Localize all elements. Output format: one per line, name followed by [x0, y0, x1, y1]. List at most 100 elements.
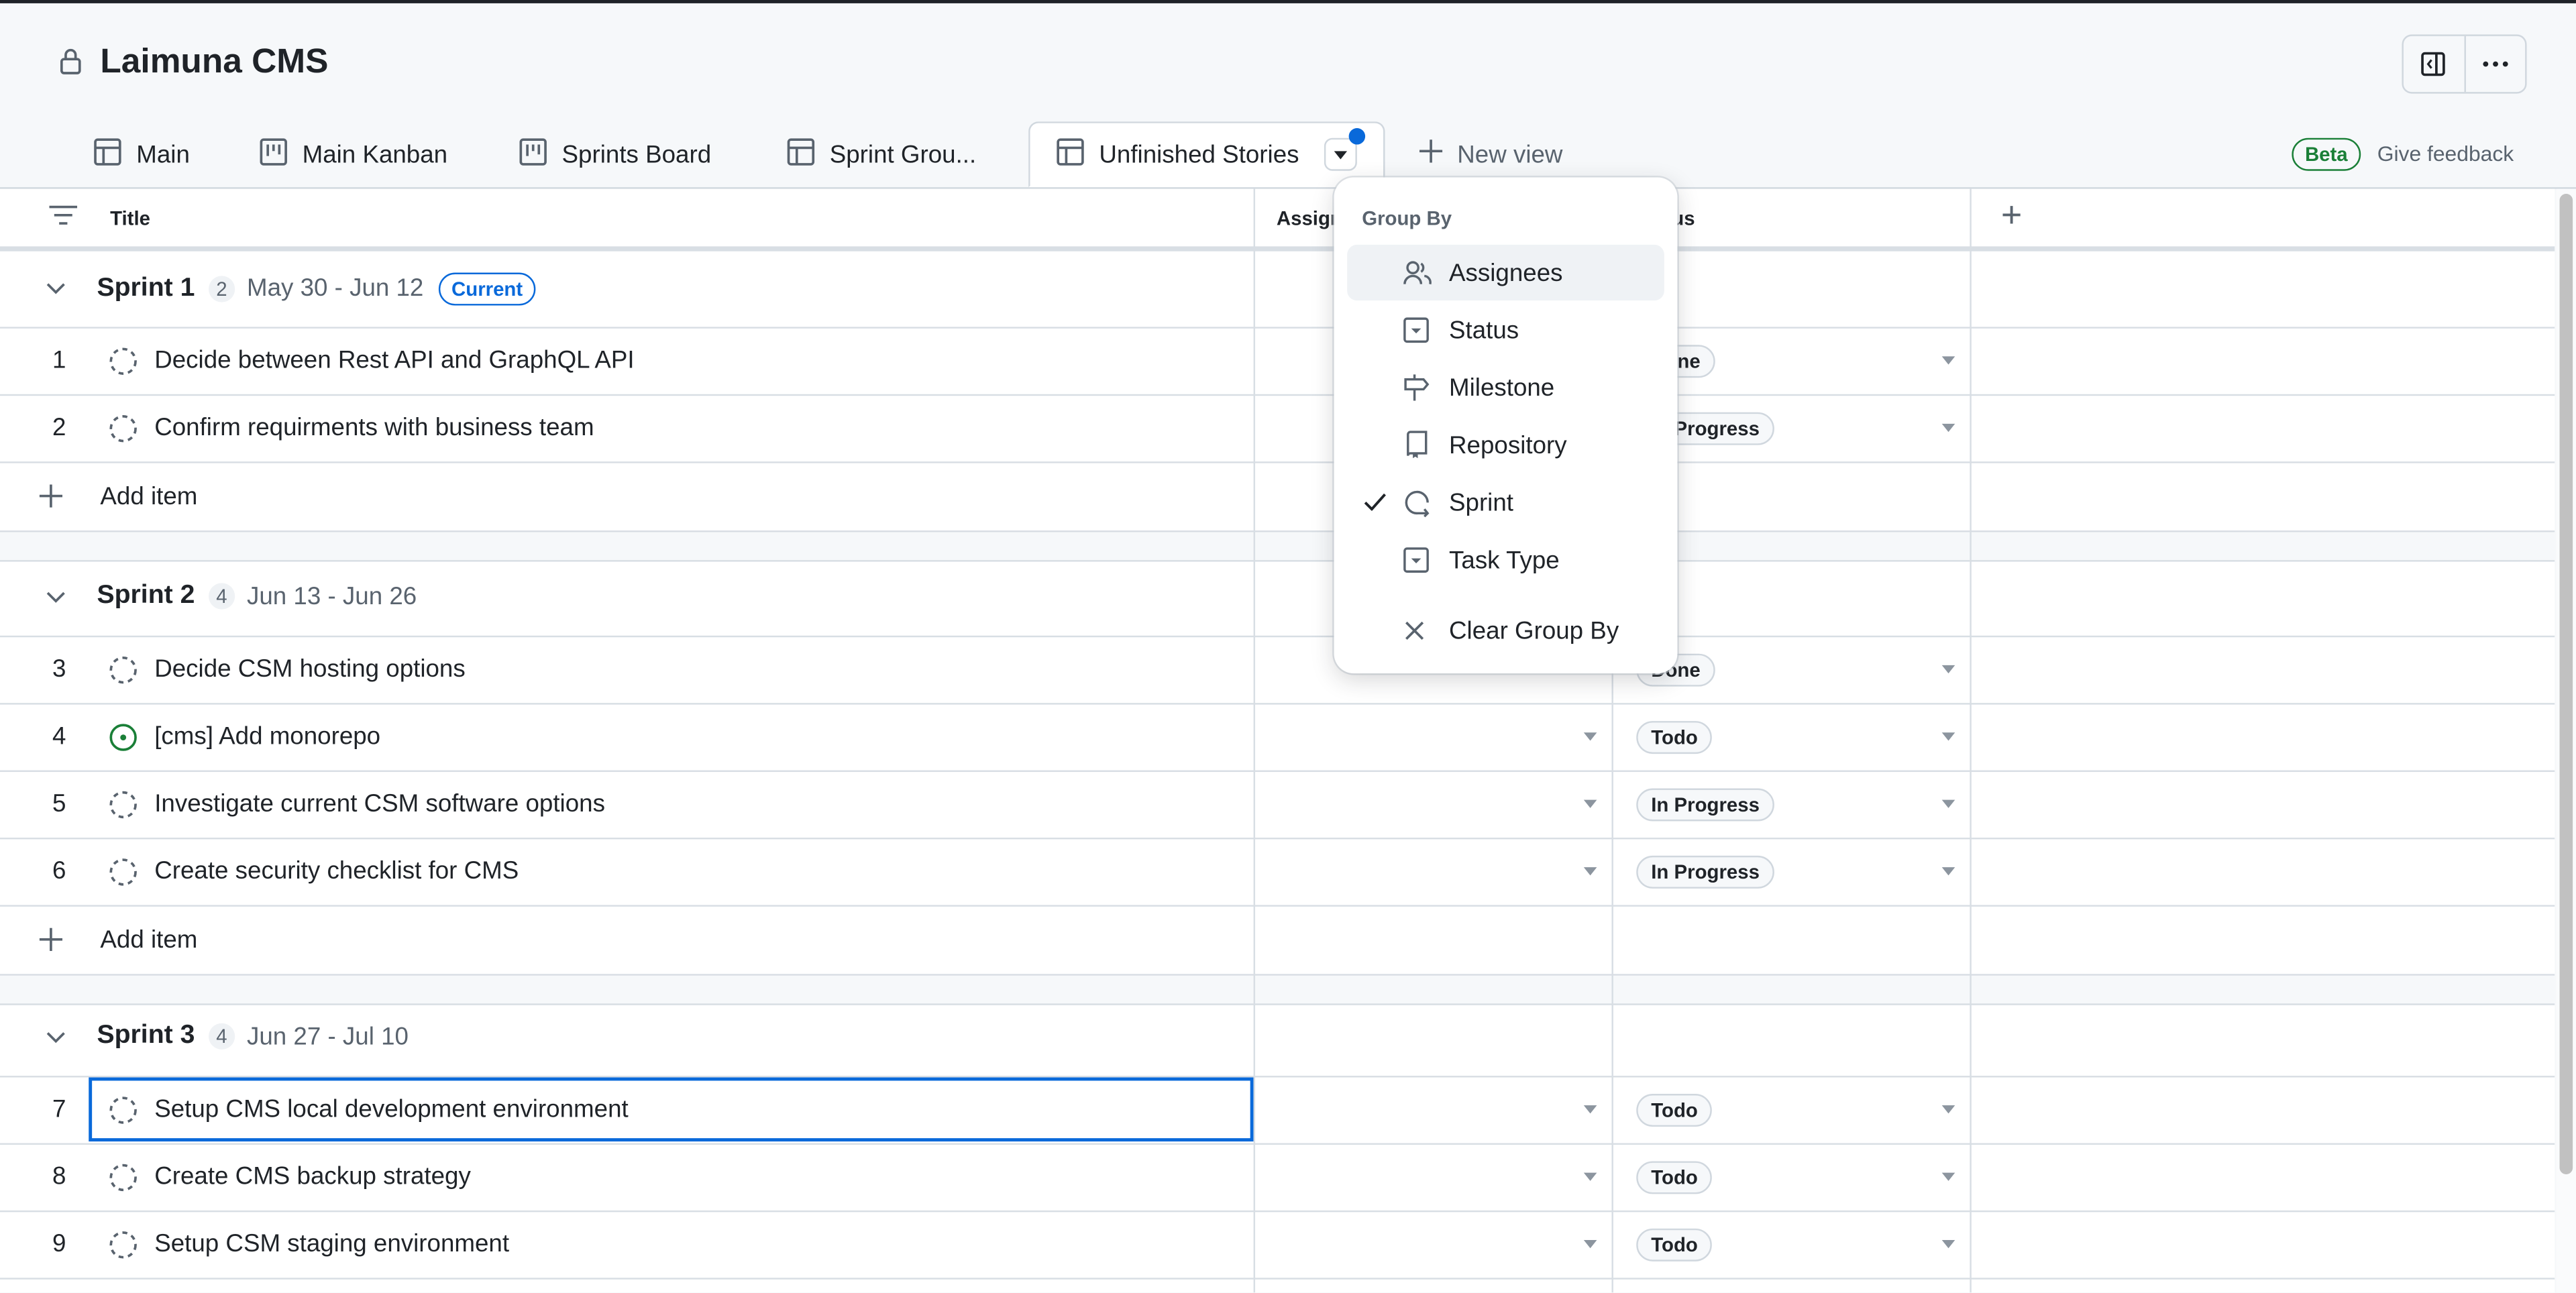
give-feedback-link[interactable]: Give feedback	[2377, 142, 2514, 166]
row-number: 2	[52, 414, 66, 442]
group-name: Sprint 1	[97, 273, 195, 302]
board-icon	[519, 137, 547, 171]
filter-icon[interactable]	[49, 205, 78, 225]
table-row[interactable]: 9 Setup CSM staging environment Todo	[0, 1212, 2555, 1280]
status-dropdown-icon[interactable]	[1941, 356, 1955, 365]
column-header-row: Title Assignees Status +	[0, 189, 2555, 251]
item-title[interactable]: [cms] Add monorepo	[154, 722, 380, 750]
chevron-down-icon[interactable]	[46, 582, 69, 610]
add-column-button[interactable]: +	[2001, 194, 2022, 237]
table-row[interactable]: 5 Investigate current CSM software option…	[0, 771, 2555, 839]
status-pill[interactable]: In Progress	[1636, 854, 1774, 888]
plus-icon	[39, 927, 63, 957]
assignees-dropdown-icon[interactable]	[1583, 1172, 1597, 1181]
table-row[interactable]: 8 Create CMS backup strategy Todo	[0, 1144, 2555, 1212]
row-number: 6	[52, 856, 66, 885]
status-dropdown-icon[interactable]	[1941, 664, 1955, 673]
group-header: Sprint 3 4 Jun 27 - Jul 10	[0, 998, 2555, 1078]
table-row[interactable]: 7 Setup CMS local development environment…	[0, 1077, 2555, 1145]
group-dates: May 30 - Jun 12	[246, 274, 424, 302]
draft-issue-icon	[109, 347, 138, 383]
tab-label: Main Kanban	[302, 140, 448, 169]
assignees-dropdown-icon[interactable]	[1583, 1105, 1597, 1113]
tab-sprints-board[interactable]: Sprints Board	[519, 121, 711, 187]
more-options-button[interactable]	[2463, 36, 2525, 93]
single-select-icon	[1403, 547, 1436, 573]
menu-item-milestone[interactable]: Milestone	[1347, 359, 1664, 415]
tab-main[interactable]: Main	[94, 121, 190, 187]
item-title[interactable]: Confirm requirments with business team	[154, 414, 594, 442]
table-icon	[787, 137, 815, 171]
status-dropdown-icon[interactable]	[1941, 732, 1955, 740]
scrollbar-thumb[interactable]	[2559, 193, 2573, 1175]
status-pill[interactable]: Todo	[1636, 1093, 1713, 1127]
item-title[interactable]: Create security checklist for CMS	[154, 856, 519, 885]
item-title[interactable]: Decide between Rest API and GraphQL API	[154, 347, 634, 375]
sidebar-toggle-button[interactable]	[2404, 36, 2463, 92]
group-header: Sprint 2 4 Jun 13 - Jun 26	[0, 558, 2555, 637]
plus-icon	[39, 484, 63, 514]
menu-item-assignees[interactable]: Assignees	[1347, 244, 1664, 301]
add-item-button[interactable]: Add item	[0, 906, 2555, 975]
item-title[interactable]: Investigate current CSM software options	[154, 789, 605, 818]
item-title[interactable]: Create CMS backup strategy	[154, 1162, 471, 1190]
status-pill[interactable]: In Progress	[1636, 787, 1774, 821]
chevron-down-icon[interactable]	[46, 274, 69, 302]
table-row[interactable]: 2 Confirm requirments with business team I…	[0, 396, 2555, 463]
menu-item-status[interactable]: Status	[1347, 302, 1664, 358]
view-options-button[interactable]	[1324, 128, 1365, 171]
add-item-label: Add item	[100, 483, 198, 511]
tab-label: Sprints Board	[561, 140, 712, 169]
status-pill[interactable]: Todo	[1636, 1160, 1713, 1194]
column-title[interactable]: Title	[110, 207, 150, 230]
assignees-dropdown-icon[interactable]	[1583, 1239, 1597, 1248]
group-dates: Jun 13 - Jun 26	[246, 582, 417, 611]
add-item-button[interactable]: Add item	[0, 463, 2555, 532]
menu-item-repository[interactable]: Repository	[1347, 417, 1664, 473]
status-dropdown-icon[interactable]	[1941, 866, 1955, 875]
assignees-dropdown-icon[interactable]	[1583, 799, 1597, 807]
status-dropdown-icon[interactable]	[1941, 799, 1955, 807]
new-view-label: New view	[1457, 140, 1563, 169]
tab-label: Unfinished Stories	[1099, 140, 1299, 169]
table-row[interactable]: 1 Decide between Rest API and GraphQL API…	[0, 329, 2555, 396]
draft-issue-icon	[109, 1162, 138, 1198]
menu-item-label: Task Type	[1449, 546, 1560, 574]
iterations-icon	[1403, 488, 1436, 518]
table-icon	[1057, 137, 1085, 171]
column-divider	[1970, 188, 1972, 1293]
status-dropdown-icon[interactable]	[1941, 1239, 1955, 1248]
table-icon	[94, 137, 122, 171]
chevron-down-icon[interactable]	[46, 1023, 69, 1051]
table-row[interactable]: 3 Decide CSM hosting options Done	[0, 636, 2555, 704]
item-title[interactable]: Decide CSM hosting options	[154, 655, 466, 683]
item-title[interactable]: Setup CSM staging environment	[154, 1230, 509, 1258]
row-number: 3	[52, 655, 66, 683]
status-dropdown-icon[interactable]	[1941, 423, 1955, 433]
assignees-dropdown-icon[interactable]	[1583, 732, 1597, 740]
group-sprint-1: Sprint 1 2 May 30 - Jun 12 Current 1 Decide b…	[0, 249, 2555, 562]
menu-heading: Group By	[1362, 207, 1452, 230]
assignees-dropdown-icon[interactable]	[1583, 866, 1597, 875]
status-pill[interactable]: Todo	[1636, 720, 1713, 754]
view-tabs: Main Main Kanban Sprints Board Sprint Grou.…	[0, 121, 2576, 189]
lock-icon	[59, 48, 82, 84]
menu-item-sprint[interactable]: Sprint	[1347, 475, 1664, 530]
tab-main-kanban[interactable]: Main Kanban	[260, 121, 447, 187]
status-dropdown-icon[interactable]	[1941, 1172, 1955, 1181]
table-row[interactable]: 4 [cms] Add monorepo Todo	[0, 704, 2555, 772]
sidebar-toggle-icon	[2421, 52, 2446, 76]
menu-item-clear-group-by[interactable]: Clear Group By	[1347, 603, 1664, 659]
status-dropdown-icon[interactable]	[1941, 1105, 1955, 1113]
status-pill[interactable]: Todo	[1636, 1228, 1713, 1261]
tab-label: Main	[136, 140, 190, 169]
tab-unfinished-stories[interactable]: Unfinished Stories	[1028, 121, 1385, 188]
top-border	[0, 0, 2576, 3]
x-icon	[1403, 619, 1436, 642]
table-row[interactable]: 6 Create security checklist for CMS In Pro…	[0, 838, 2555, 906]
menu-item-label: Clear Group By	[1449, 616, 1619, 645]
project-title: Laimuna CMS	[100, 42, 329, 81]
menu-item-task-type[interactable]: Task Type	[1347, 532, 1664, 587]
tab-sprint-grou[interactable]: Sprint Grou...	[787, 121, 976, 187]
milestone-icon	[1403, 373, 1436, 402]
